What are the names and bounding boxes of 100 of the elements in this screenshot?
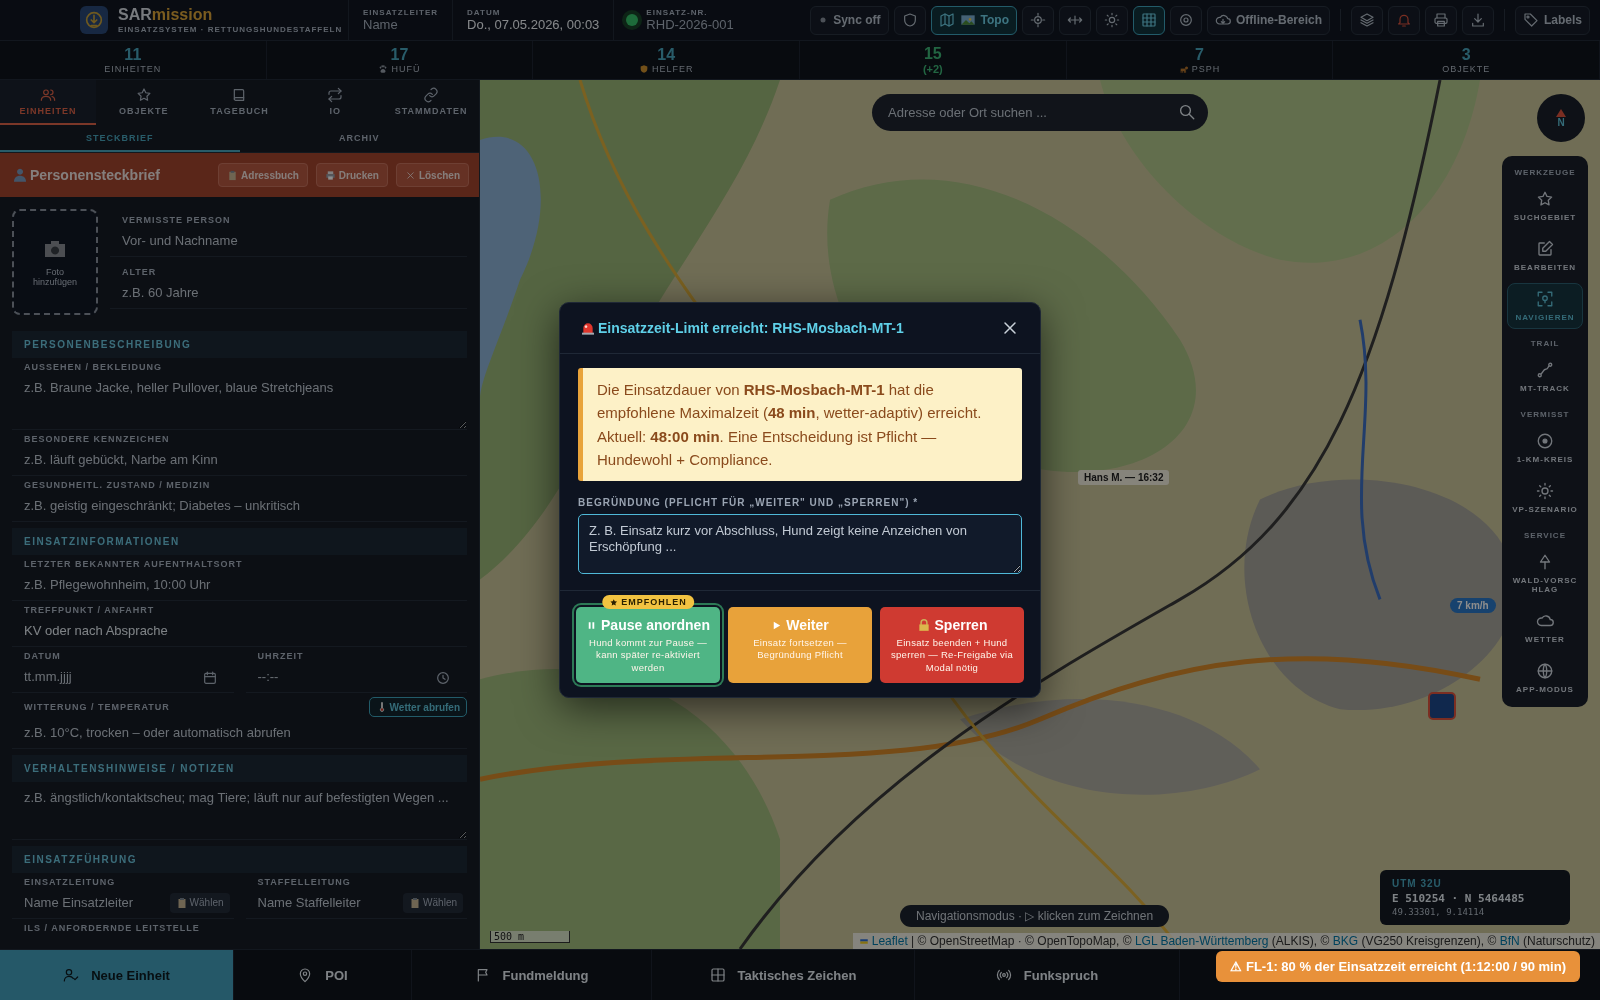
action-tab[interactable]: Taktisches Zeichen [652, 950, 915, 1000]
action-tab[interactable]: Neue Einheit [0, 950, 234, 1000]
field-label: EINSATZLEITER [363, 8, 439, 17]
toolbar-icon-button[interactable] [1095, 5, 1128, 35]
toolbar-button[interactable]: Offline-Bereich [1206, 5, 1330, 35]
tab[interactable]: EINHEITEN [0, 80, 96, 125]
text-field[interactable]: z.B. 60 Jahre [110, 277, 467, 309]
map-label[interactable]: Hans M. — 16:32 [1078, 470, 1170, 485]
calendar-icon [201, 670, 218, 686]
tool-button[interactable]: MT-TRACK [1507, 354, 1583, 400]
lock-button[interactable]: Sperren Einsatz beenden + Hund sperren — Re-Freigabe via Modal nötig [880, 607, 1024, 683]
tab[interactable]: TAGEBUCH [191, 80, 288, 125]
field-label: ILS / ANFORDERNDE LEITSTELLE [24, 923, 200, 933]
text-field[interactable]: z.B. geistig eingeschränkt; Diabetes – unkritisch [12, 490, 467, 522]
address-book-button[interactable]: Adressbuch [218, 163, 308, 187]
weather-button[interactable]: Wetter abrufen [368, 697, 467, 717]
tab[interactable]: OBJEKTE [95, 80, 192, 125]
text-area[interactable]: z.B. ängstlich/kontaktscheu; mag Tiere; läuft nur auf befestigten Wegen ... [12, 782, 467, 840]
tool-button[interactable]: SUCHGEBIET [1507, 183, 1583, 229]
text-field[interactable]: Name Einsatzleiter [12, 887, 170, 918]
text-field[interactable]: z.B. Pflegewohnheim, 10:00 Uhr [12, 569, 467, 601]
recommended-badge: EMPFOHLEN [602, 595, 694, 609]
field-label: VERMISSTE PERSON [122, 214, 231, 225]
tool-button[interactable]: APP-MODUS [1507, 655, 1583, 701]
crosshair-icon [1029, 12, 1046, 28]
cloud-download-icon [1214, 12, 1231, 28]
date-field[interactable]: tt.mm.jjjj [12, 661, 234, 693]
tool-button[interactable]: 1-KM-KREIS [1507, 425, 1583, 471]
toolbar-icon-button[interactable] [1021, 5, 1054, 35]
tool-button[interactable]: WETTER [1507, 605, 1583, 651]
paw-icon [378, 63, 389, 74]
reason-field[interactable]: Z. B. Einsatz kurz vor Abschluss, Hund zeigt keine Anzeichen von Erschöpfung ... [578, 514, 1022, 574]
text-field[interactable]: Name Staffelleiter [245, 887, 404, 918]
field-label: WITTERUNG / TEMPERATUR [24, 702, 170, 712]
tab[interactable]: STAMMDATEN [383, 80, 479, 125]
field-placeholder[interactable]: RHD-2026-001 [646, 17, 734, 32]
toolbar-icon-button[interactable] [1169, 5, 1202, 35]
stat-value: 14 [657, 46, 676, 64]
tool-section-title: SERVICE [1523, 530, 1567, 542]
toolbar-button[interactable]: Topo [930, 5, 1017, 35]
print-button[interactable]: Drucken [315, 163, 388, 187]
action-tab[interactable]: Funkspruch [915, 950, 1180, 1000]
sun-icon [1536, 482, 1554, 500]
scan-icon [1536, 290, 1554, 308]
select-button[interactable]: Wählen [169, 892, 230, 913]
tool-section-title: WERKZEUGE [1513, 167, 1577, 179]
toolbar-icon-button[interactable] [1058, 5, 1091, 35]
search-icon [1178, 103, 1196, 121]
stat-label: OBJEKTE [1442, 63, 1491, 74]
photo-upload[interactable]: Foto hinzufügen [12, 209, 98, 315]
field-placeholder[interactable]: Name [363, 17, 439, 32]
field-label: BEGRÜNDUNG (PFLICHT FÜR „WEITER" UND „SPERREN") * [578, 497, 920, 508]
user-check-icon [63, 967, 80, 983]
tool-button[interactable]: VP-SZENARIO [1507, 475, 1583, 521]
select-button[interactable]: Wählen [403, 892, 463, 913]
stat-value: 17 [390, 46, 409, 64]
landscape-icon [959, 12, 976, 28]
toolbar-icon-button[interactable] [1462, 5, 1494, 35]
tool-button[interactable]: BEARBEITEN [1507, 233, 1583, 279]
attribution-link[interactable]: LGL Baden-Württemberg [1134, 934, 1269, 948]
users-icon [39, 87, 56, 103]
field-label: STAFFELLEITUNG [257, 877, 351, 887]
tool-button[interactable]: WALD-VORSCHLAG [1507, 546, 1583, 601]
map-marker-icon[interactable] [1428, 692, 1456, 720]
tab[interactable]: IO [287, 80, 384, 125]
delete-button[interactable]: Löschen [395, 163, 469, 187]
text-field[interactable]: KV oder nach Absprache [12, 615, 467, 647]
action-tab[interactable]: Fundmeldung [412, 950, 652, 1000]
field-label: DATUM [24, 651, 61, 661]
time-field[interactable]: --:-- [245, 661, 467, 693]
toolbar-icon-button[interactable] [1425, 5, 1457, 35]
star-icon [609, 597, 619, 607]
text-area[interactable]: z.B. Braune Jacke, heller Pullover, blaue Stretchjeans [12, 372, 467, 430]
date-value: Do., 07.05.2026, 00:03 [467, 17, 600, 32]
tool-button[interactable]: NAVIGIEREN [1507, 283, 1583, 329]
action-tab[interactable]: POI [234, 950, 412, 1000]
attribution-link[interactable]: Leaflet [857, 934, 908, 948]
toolbar-button[interactable]: Labels [1515, 5, 1590, 35]
grid-icon [709, 967, 726, 983]
continue-button[interactable]: Weiter Einsatz fortsetzen — Begründung Pflicht [728, 607, 872, 683]
toolbar-button[interactable]: Sync off [810, 5, 889, 35]
crest-icon [638, 63, 649, 74]
layers-icon [1359, 12, 1375, 28]
coordinate-zone: UTM 32U [1392, 878, 1443, 889]
toolbar-icon-button[interactable] [1132, 5, 1165, 35]
stat-label: HUFÜ [391, 63, 421, 74]
target-icon [1177, 12, 1194, 28]
edit-icon [1536, 240, 1554, 258]
toolbar-icon-button[interactable] [1351, 5, 1383, 35]
map-icon [938, 12, 955, 28]
text-field[interactable]: z.B. 10°C, trocken – oder automatisch abrufen [12, 717, 467, 749]
attribution-link[interactable]: BfN [1499, 934, 1520, 948]
text-field[interactable]: Vor- und Nachname [110, 225, 467, 257]
text-field[interactable]: z.B. läuft gebückt, Narbe am Kinn [12, 444, 467, 476]
clock-icon [435, 670, 451, 686]
toolbar-icon-button[interactable] [893, 5, 926, 35]
circle-icon [1536, 432, 1554, 450]
search-field[interactable]: Adresse oder Ort suchen ... [872, 94, 1208, 131]
sub-tab[interactable]: ARCHIV [239, 125, 479, 152]
attribution-link[interactable]: BKG [1332, 934, 1359, 948]
